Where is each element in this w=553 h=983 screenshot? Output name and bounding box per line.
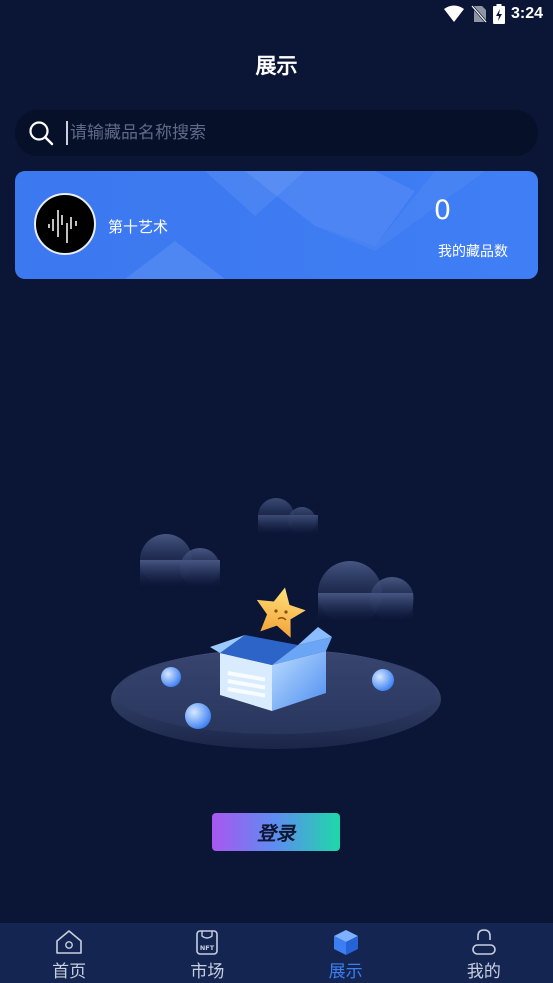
profile-icon <box>472 929 496 955</box>
status-icons: 3:24 <box>443 4 543 24</box>
collection-summary-card[interactable]: 第十艺术 0 我的藏品数 <box>15 171 538 279</box>
nav-item-market[interactable]: NFT 市场 <box>138 923 276 983</box>
nav-label-home: 首页 <box>52 962 87 982</box>
nav-item-home[interactable]: 首页 <box>0 923 138 983</box>
collection-count-label: 我的藏品数 <box>438 244 508 260</box>
brand-name: 第十艺术 <box>108 218 169 236</box>
nav-label-display: 展示 <box>328 962 363 982</box>
nav-label-profile: 我的 <box>466 962 501 982</box>
status-bar: 3:24 <box>0 0 553 30</box>
status-time: 3:24 <box>510 5 543 22</box>
collection-count-value: 0 <box>433 195 451 226</box>
cloud-left <box>140 534 220 588</box>
nft-market-icon: NFT <box>196 930 219 955</box>
brand-avatar <box>34 193 96 255</box>
nav-item-profile[interactable]: 我的 <box>415 923 553 983</box>
search-icon <box>29 121 54 146</box>
search-bar[interactable] <box>15 110 538 156</box>
empty-collection-illustration <box>111 498 441 749</box>
brand-logo-icon <box>48 210 77 243</box>
no-sim-icon <box>471 5 487 23</box>
bottom-nav: 首页 NFT 市场 展示 我的 <box>0 923 553 983</box>
home-icon <box>56 930 82 954</box>
cube-icon <box>333 930 358 955</box>
page-title: 展示 <box>255 54 298 78</box>
wifi-icon <box>443 5 464 22</box>
nav-label-market: 市场 <box>190 962 225 982</box>
svg-text:NFT: NFT <box>200 944 215 952</box>
search-input[interactable] <box>66 121 512 145</box>
cloud-right <box>318 561 414 625</box>
battery-charging-icon <box>492 4 505 24</box>
nav-item-display[interactable]: 展示 <box>277 923 415 983</box>
login-button[interactable]: 登录 <box>212 813 340 851</box>
cloud-top <box>258 498 318 535</box>
